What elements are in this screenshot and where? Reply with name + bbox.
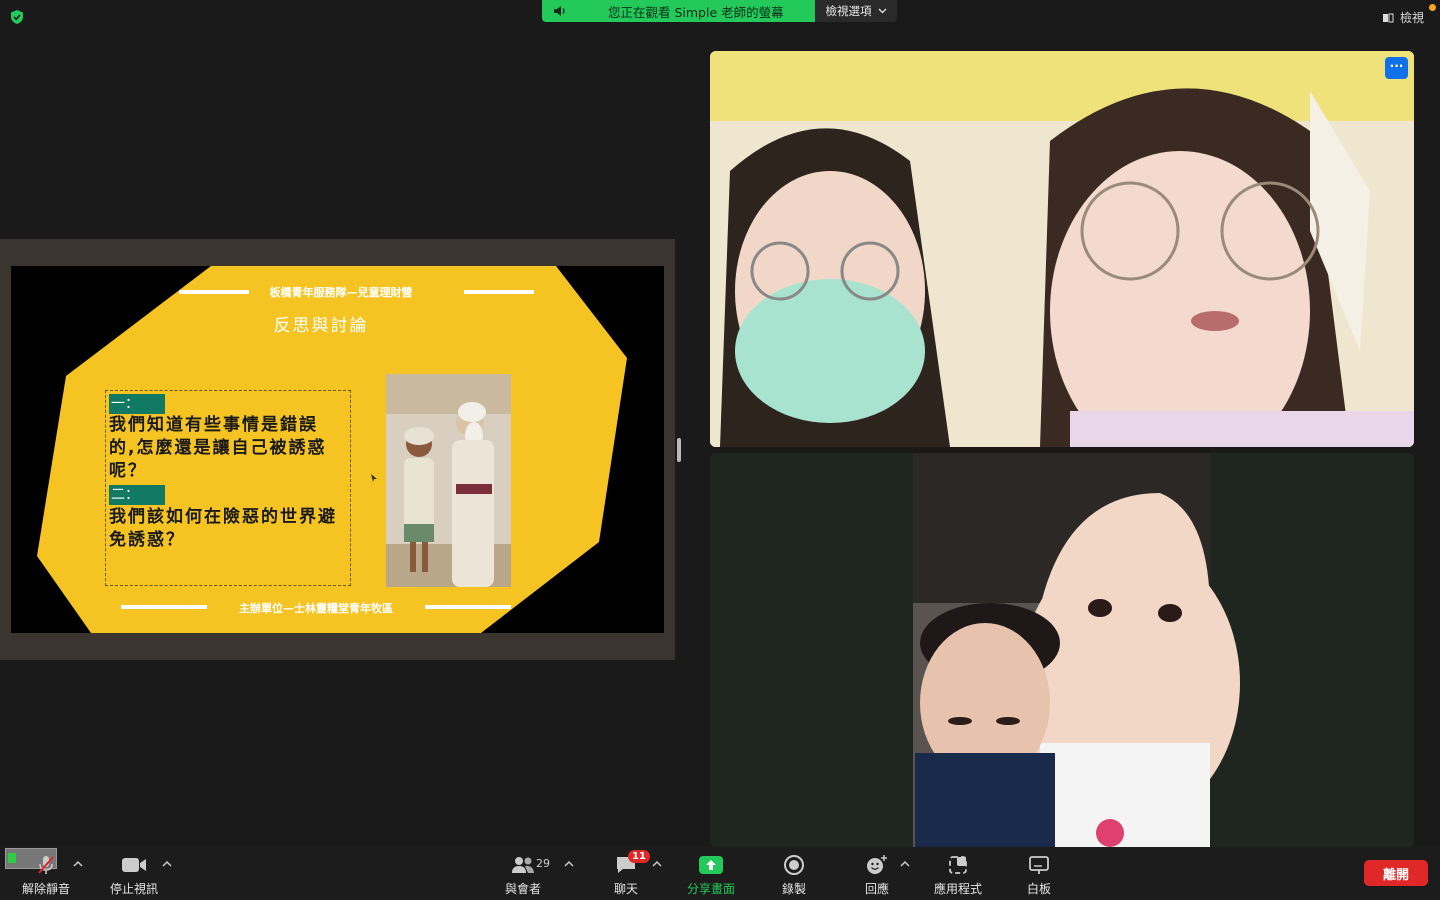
view-layout-icon [1382,13,1394,22]
video-camera-icon [119,854,149,876]
emoji-reaction-icon [862,854,892,876]
notification-dot [1429,4,1436,11]
unmute-button[interactable]: 解除靜音 [16,847,76,900]
whiteboard-label: 白板 [1026,882,1051,896]
participant-video-feed [710,51,1414,447]
unmute-label: 解除靜音 [21,882,70,896]
chat-button[interactable]: 11 聊天 [598,847,654,900]
share-screen-label: 分享畫面 [686,882,735,896]
record-button[interactable]: 錄製 [766,847,822,900]
panel-resize-handle[interactable] [677,438,681,462]
view-options-button[interactable]: 檢視選項 [815,0,897,22]
record-label: 錄製 [781,882,806,896]
question-2-label: 二： [109,485,165,505]
chat-label: 聊天 [613,882,638,896]
screen-share-banner: 您正在觀看 Simple 老師的螢幕 檢視選項 [542,0,897,22]
share-screen-icon [696,854,726,876]
participant-video-tile[interactable]: ··· [710,51,1414,447]
apps-icon [943,854,973,876]
video-options-caret-icon[interactable] [162,860,172,868]
question-2-text: 我們該如何在險惡的世界避免誘惑？ [109,507,337,550]
participants-caret-icon[interactable] [564,860,574,868]
header-line-right [464,290,534,294]
audio-options-caret-icon[interactable] [73,860,83,868]
chevron-down-icon [878,8,886,14]
reactions-button[interactable]: 回應 [849,847,905,900]
security-shield-icon[interactable] [9,9,25,25]
slide-footer: 主辦單位—士林靈糧堂青年牧區 [239,602,393,615]
record-icon [779,854,809,876]
whiteboard-icon [1024,854,1054,876]
share-status: 您正在觀看 Simple 老師的螢幕 [542,0,815,22]
shared-screen: 板橋青年服務隊—兒童理財營 反思與討論 一： 我們知道有些事情是錯誤的,怎麼還是… [0,239,675,660]
meeting-toolbar: 解除靜音 停止視訊 29 與會者 11 聊天 分享畫面 錄製 回應 應用程式 白… [0,847,1440,900]
whiteboard-button[interactable]: 白板 [1012,847,1066,900]
participant-video-tile-2[interactable] [710,453,1414,847]
share-status-text: 您正在觀看 Simple 老師的螢幕 [608,4,784,20]
leave-meeting-button[interactable]: 離開 [1364,860,1428,886]
view-button[interactable]: 檢視 [1382,9,1424,26]
apps-label: 應用程式 [933,882,982,896]
footer-line-right [425,605,511,609]
chat-icon: 11 [611,850,650,876]
share-screen-button[interactable]: 分享畫面 [680,847,742,900]
footer-line-left [121,605,207,609]
question-1-label: 一： [109,394,165,414]
chat-unread-badge: 11 [628,850,650,863]
slide-header: 板橋青年服務隊—兒童理財營 [269,286,413,299]
stop-video-button[interactable]: 停止視訊 [104,847,164,900]
participants-count: 29 [536,857,550,870]
view-options-label: 檢視選項 [825,4,872,18]
header-line-left [179,290,249,294]
apps-button[interactable]: 應用程式 [925,847,991,900]
mic-muted-icon [31,854,61,876]
participants-label: 與會者 [504,882,541,896]
question-1-text: 我們知道有些事情是錯誤的,怎麼還是讓自己被誘惑呢？ [109,415,327,481]
reactions-label: 回應 [864,882,889,896]
stop-video-label: 停止視訊 [109,882,158,896]
more-options-button[interactable]: ··· [1385,57,1408,79]
reactions-caret-icon[interactable] [900,860,910,868]
slide-title: 反思與討論 [273,316,369,336]
participants-icon: 29 [508,854,550,876]
participants-button[interactable]: 29 與會者 [494,847,552,900]
participant-video-feed-2 [710,453,1414,847]
chat-caret-icon[interactable] [652,860,662,868]
speaker-icon [554,6,565,16]
slide-illustration [386,374,511,587]
mouse-cursor-icon [371,474,377,482]
presentation-slide: 板橋青年服務隊—兒童理財營 反思與討論 一： 我們知道有些事情是錯誤的,怎麼還是… [11,266,664,633]
view-label: 檢視 [1399,11,1424,25]
